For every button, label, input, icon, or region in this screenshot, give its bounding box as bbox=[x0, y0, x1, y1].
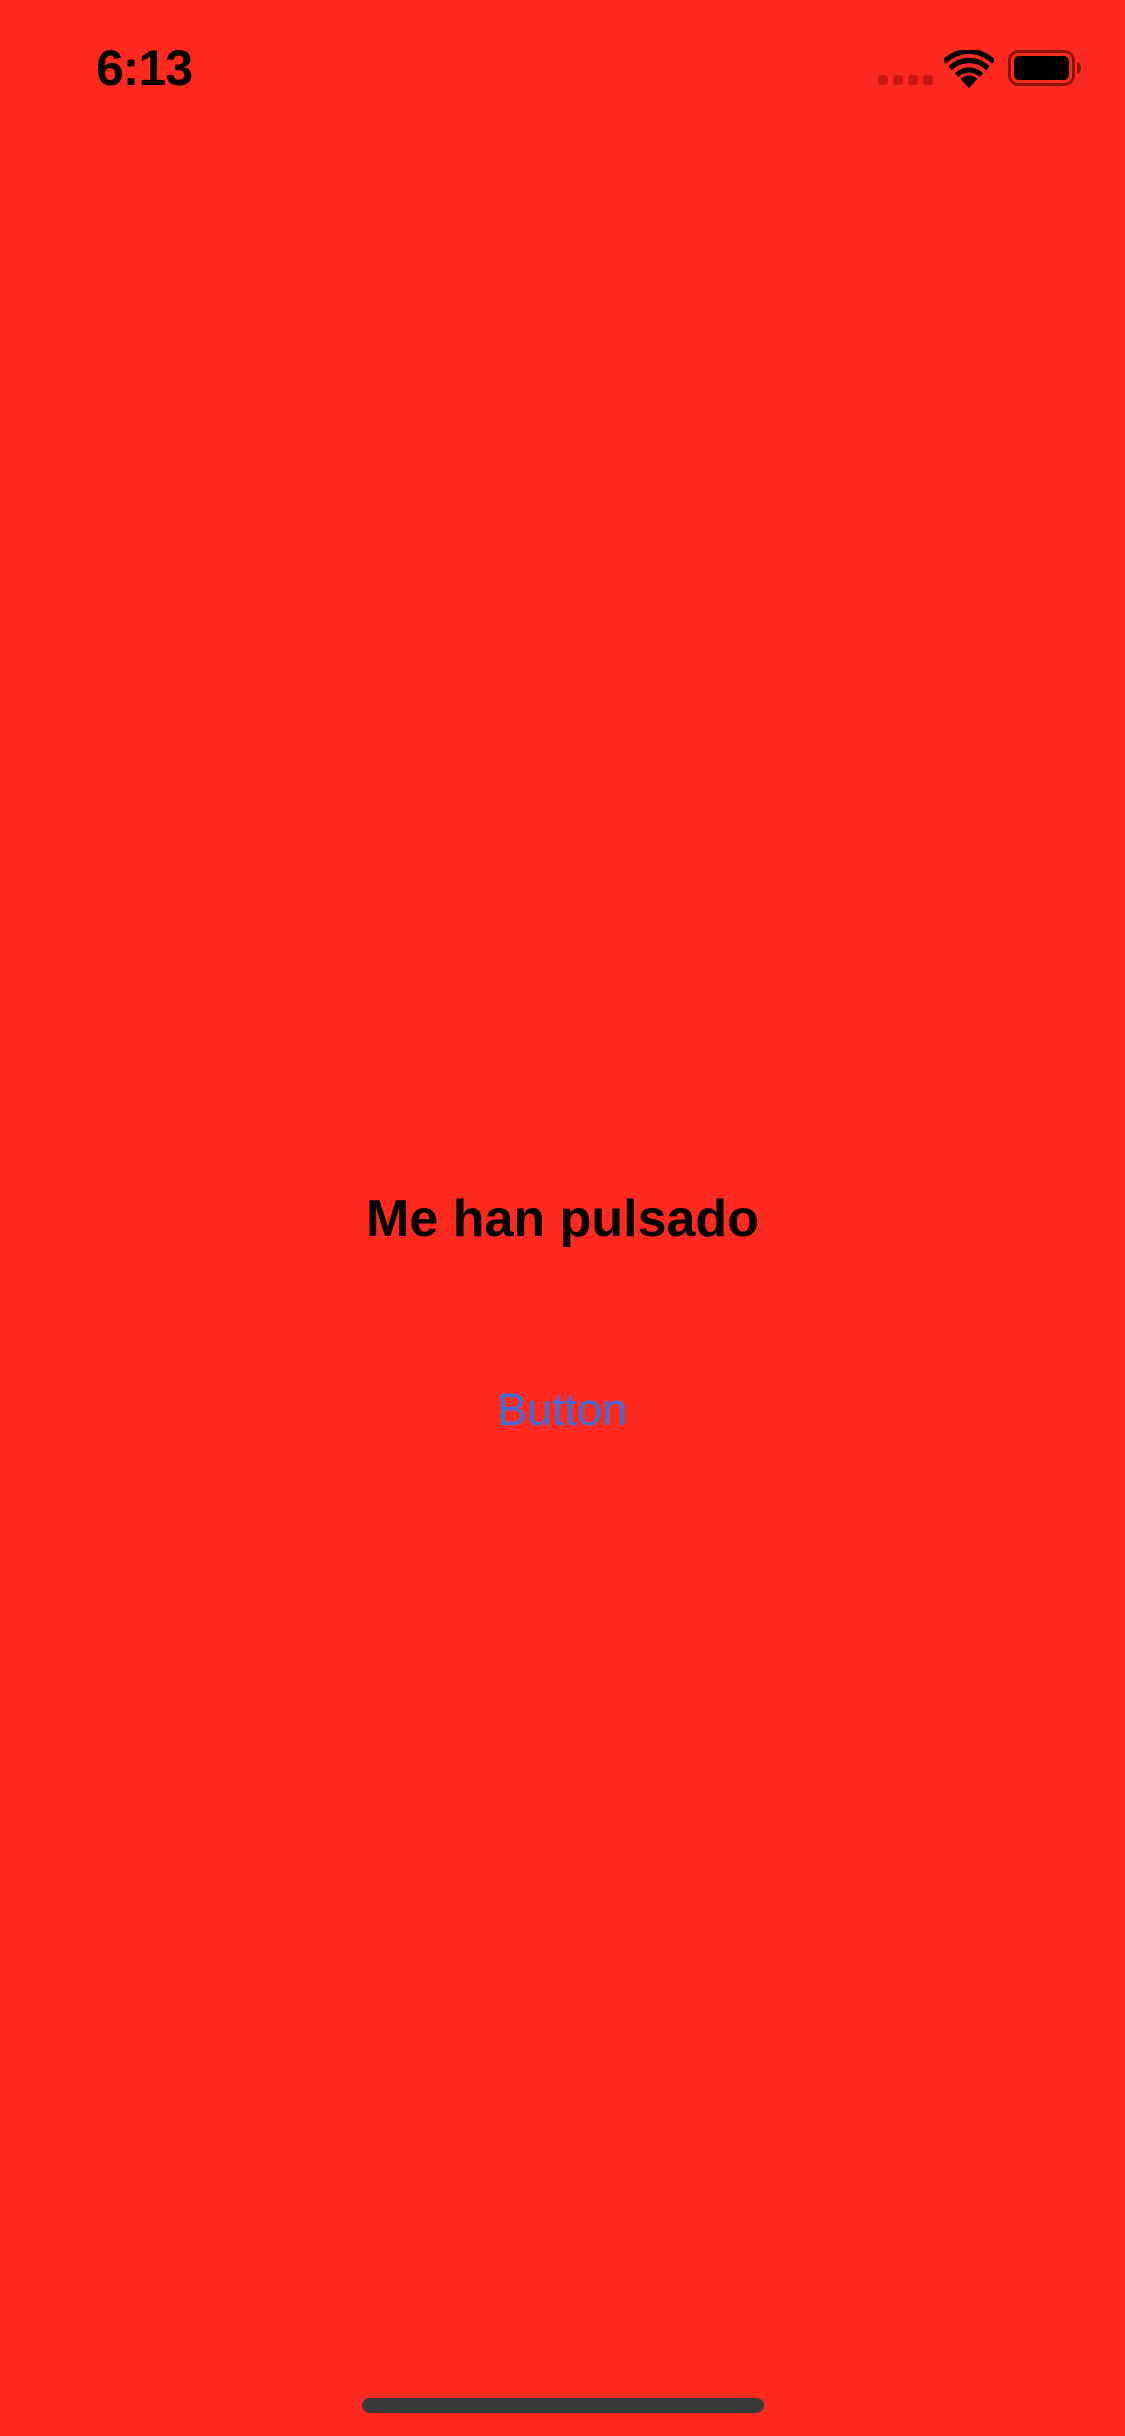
status-time: 6:13 bbox=[96, 40, 193, 96]
wifi-icon bbox=[944, 50, 994, 88]
status-bar: 6:13 bbox=[0, 0, 1125, 140]
cellular-signal-icon bbox=[878, 72, 934, 86]
app-screen: 6:13 Me han pulsado Button bbox=[0, 0, 1125, 2436]
battery-icon bbox=[1008, 50, 1081, 86]
main-button[interactable]: Button bbox=[462, 1370, 662, 1450]
home-indicator[interactable] bbox=[362, 2398, 764, 2413]
main-label: Me han pulsado bbox=[366, 1190, 759, 1248]
